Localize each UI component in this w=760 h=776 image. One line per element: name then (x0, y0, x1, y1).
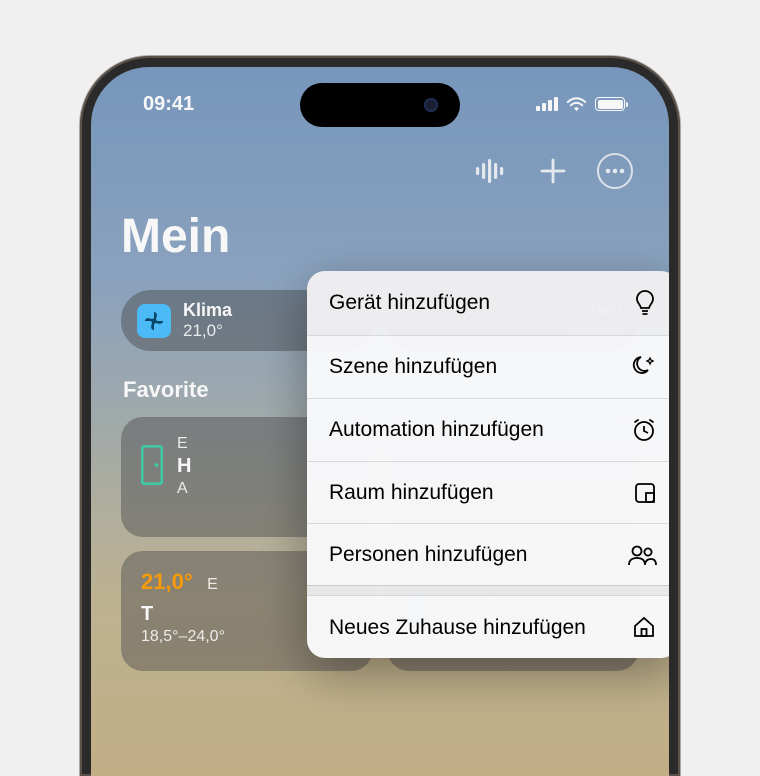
menu-label: Raum hinzufügen (329, 480, 619, 505)
menu-separator (307, 585, 669, 595)
menu-label: Personen hinzufügen (329, 542, 613, 567)
menu-add-scene[interactable]: Szene hinzufügen (307, 335, 669, 398)
menu-label: Neues Zuhause hinzufügen (329, 615, 617, 640)
menu-label: Automation hinzufügen (329, 417, 617, 442)
menu-add-automation[interactable]: Automation hinzufügen (307, 398, 669, 461)
bulb-icon (633, 289, 657, 317)
phone-screen: 09:41 (91, 67, 669, 776)
moon-stars-icon (631, 354, 657, 380)
add-menu: Gerät hinzufügen Szene hinzufügen Automa… (307, 271, 669, 658)
menu-add-room[interactable]: Raum hinzufügen (307, 461, 669, 523)
phone-frame: 09:41 (80, 56, 680, 776)
menu-add-people[interactable]: Personen hinzufügen (307, 523, 669, 585)
people-icon (627, 544, 657, 566)
menu-add-home[interactable]: Neues Zuhause hinzufügen (307, 595, 669, 658)
menu-add-accessory[interactable]: Gerät hinzufügen (307, 271, 669, 335)
room-icon (633, 481, 657, 505)
clock-icon (631, 417, 657, 443)
menu-label: Szene hinzufügen (329, 354, 617, 379)
home-icon (631, 614, 657, 640)
menu-label: Gerät hinzufügen (329, 290, 619, 315)
